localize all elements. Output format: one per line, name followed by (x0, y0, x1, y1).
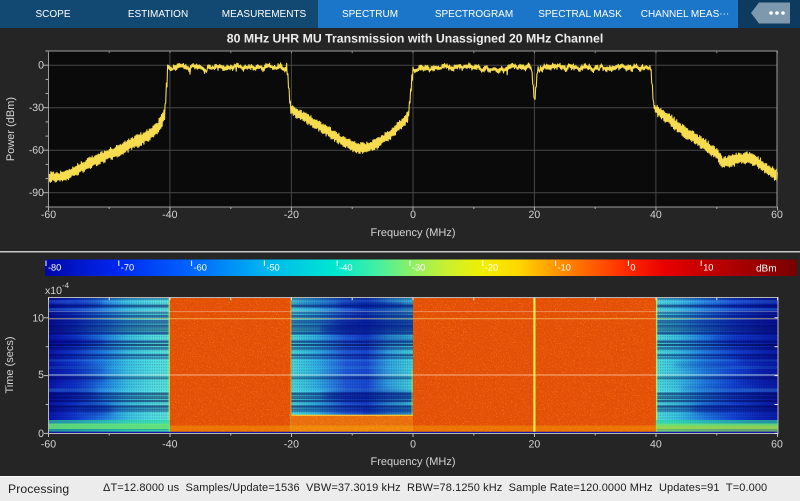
svg-text:dBm: dBm (756, 264, 777, 275)
svg-text:x10: x10 (45, 285, 62, 297)
svg-text:-20: -20 (485, 263, 498, 273)
svg-text:-60: -60 (41, 209, 56, 221)
svg-text:-4: -4 (62, 281, 70, 290)
svg-text:Time (secs): Time (secs) (4, 336, 16, 393)
svg-text:Power (dBm): Power (dBm) (5, 97, 17, 161)
svg-text:-50: -50 (266, 263, 279, 273)
svg-text:-90: -90 (29, 187, 44, 199)
svg-text:-20: -20 (284, 209, 299, 221)
svg-text:60: 60 (771, 209, 783, 221)
svg-text:40: 40 (650, 438, 662, 450)
svg-text:-60: -60 (29, 145, 44, 157)
svg-text:-80: -80 (48, 263, 61, 273)
svg-text:-30: -30 (29, 102, 44, 114)
svg-text:-60: -60 (41, 438, 56, 450)
svg-text:0: 0 (410, 209, 416, 221)
svg-text:80 MHz UHR MU Transmission wit: 80 MHz UHR MU Transmission with Unassign… (227, 32, 603, 46)
svg-text:-40: -40 (162, 438, 177, 450)
svg-text:0: 0 (630, 263, 635, 273)
svg-text:20: 20 (529, 209, 541, 221)
svg-text:-10: -10 (558, 263, 571, 273)
svg-text:-20: -20 (284, 438, 299, 450)
svg-text:Frequency (MHz): Frequency (MHz) (371, 456, 456, 468)
svg-text:0: 0 (410, 438, 416, 450)
svg-text:20: 20 (529, 438, 541, 450)
svg-text:-70: -70 (121, 263, 134, 273)
svg-text:0: 0 (38, 60, 44, 72)
svg-text:60: 60 (771, 438, 783, 450)
svg-text:Frequency (MHz): Frequency (MHz) (371, 227, 456, 239)
svg-text:10: 10 (703, 263, 713, 273)
svg-text:-40: -40 (162, 209, 177, 221)
svg-text:-40: -40 (339, 263, 352, 273)
svg-text:-60: -60 (194, 263, 207, 273)
svg-text:40: 40 (650, 209, 662, 221)
svg-text:5: 5 (38, 369, 44, 381)
svg-text:10: 10 (32, 313, 44, 325)
svg-text:-30: -30 (412, 263, 425, 273)
